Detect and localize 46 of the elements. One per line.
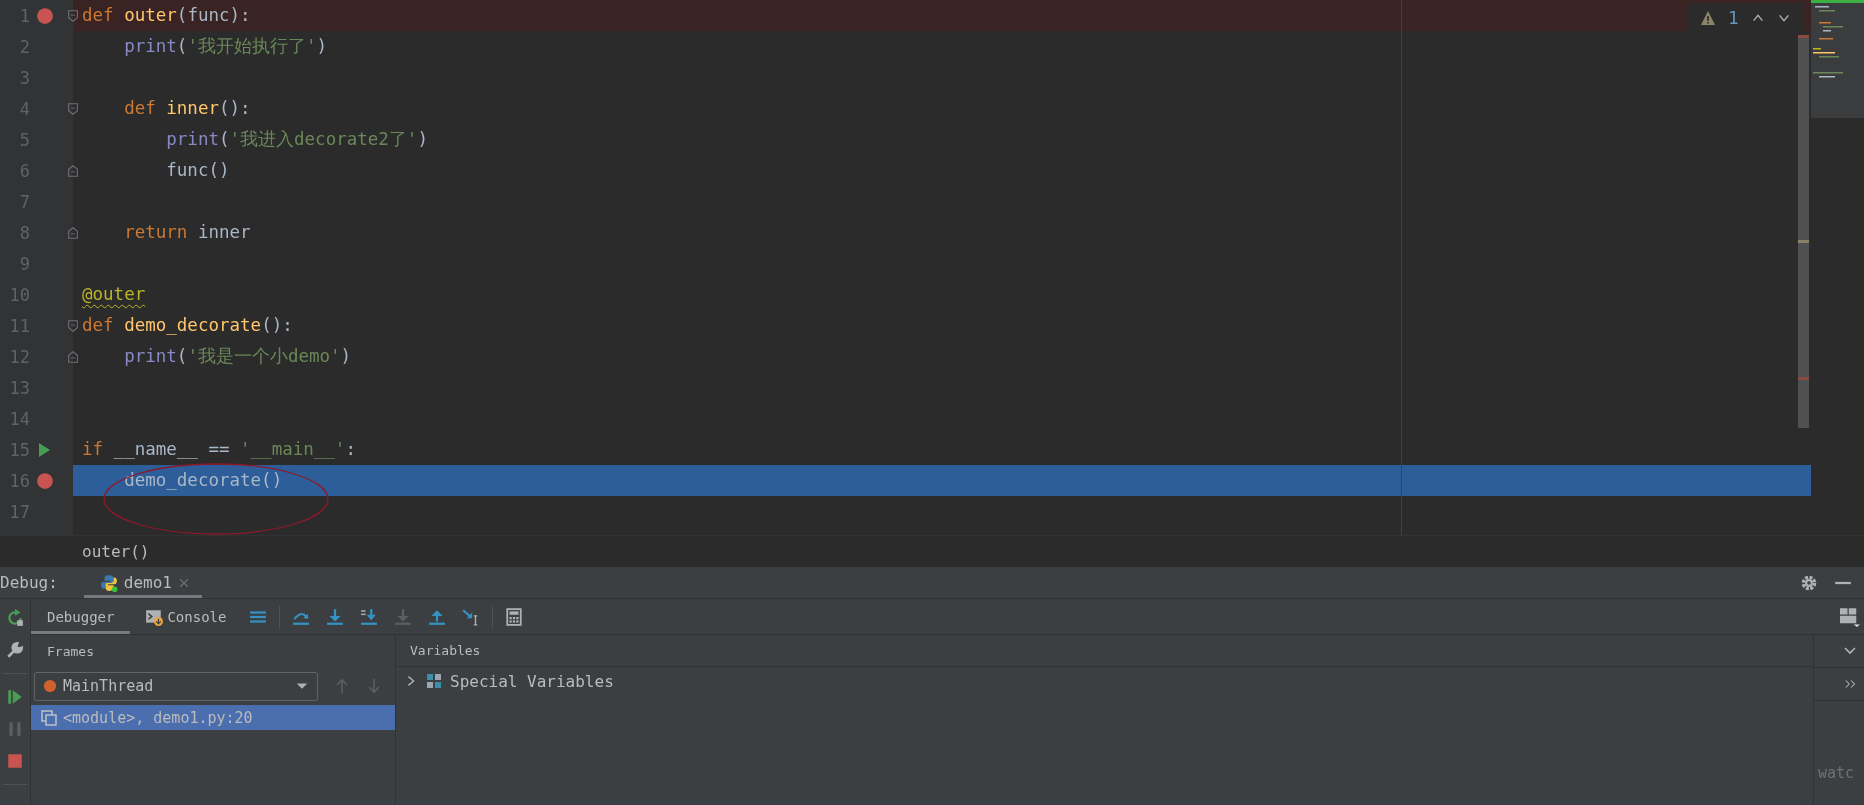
step-into-icon[interactable] xyxy=(326,607,345,626)
console-icon xyxy=(145,607,164,626)
view-tab[interactable]: Console xyxy=(130,599,242,634)
code-line: return inner xyxy=(123,221,252,244)
calculator-icon[interactable] xyxy=(505,607,524,626)
code-line: def demo_decorate(): xyxy=(81,314,294,337)
run-tab[interactable]: demo1 xyxy=(83,567,202,598)
thread-icon xyxy=(43,679,57,693)
fold-marker-icon[interactable] xyxy=(66,163,80,179)
thread-dropdown[interactable]: MainThread xyxy=(34,671,318,701)
resume-icon[interactable] xyxy=(6,688,24,706)
warning-count[interactable]: 1 xyxy=(1728,8,1739,28)
run-icon[interactable] xyxy=(36,441,52,458)
code-line: print('我是一个小demo') xyxy=(123,345,353,368)
scrollbar[interactable] xyxy=(1798,35,1809,428)
settings-icon[interactable] xyxy=(1800,573,1818,592)
code-line: @outer xyxy=(81,283,147,306)
rerun-icon[interactable] xyxy=(6,609,24,627)
view-tab[interactable]: Debugger xyxy=(31,599,131,634)
fold-marker-icon[interactable] xyxy=(66,225,80,241)
panel-title: Debug: xyxy=(0,573,58,592)
code-line: if __name__ == '__main__': xyxy=(81,438,357,461)
close-icon[interactable] xyxy=(177,576,190,589)
warning-icon xyxy=(1700,10,1717,26)
python-icon xyxy=(99,573,118,592)
stop-icon[interactable] xyxy=(6,752,24,770)
panel-header: Frames xyxy=(47,643,94,659)
wrench-icon[interactable] xyxy=(6,641,24,659)
fold-marker-icon[interactable] xyxy=(66,349,80,365)
fold-marker-icon[interactable] xyxy=(66,318,80,334)
breakpoint-icon[interactable] xyxy=(36,471,54,490)
frame-icon xyxy=(41,709,57,726)
code-line: print('我进入decorate2了') xyxy=(165,128,429,151)
layout-icon[interactable] xyxy=(1840,606,1860,627)
code-line: func() xyxy=(165,159,231,182)
breadcrumb[interactable]: outer() xyxy=(82,541,150,561)
code-line: def inner(): xyxy=(123,97,252,120)
more-icon[interactable] xyxy=(1844,677,1858,691)
fold-marker-icon[interactable] xyxy=(66,101,80,117)
fold-marker-icon[interactable] xyxy=(66,8,80,24)
code-line: print('我开始执行了') xyxy=(123,35,328,58)
variables-icon xyxy=(426,673,442,689)
panel-header: Variables xyxy=(410,643,481,658)
step-into-icon[interactable] xyxy=(360,607,379,626)
variable-item[interactable]: Special Variables xyxy=(396,667,1813,695)
breakpoint-icon[interactable] xyxy=(36,6,54,25)
